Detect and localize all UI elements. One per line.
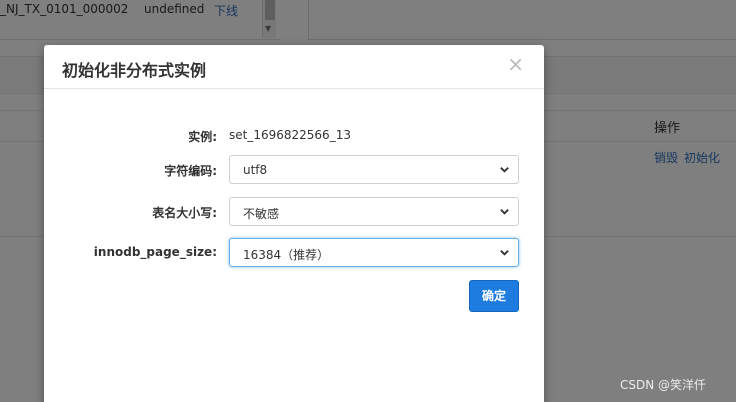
init-instance-dialog: 初始化非分布式实例 × 实例: set_1696822566_13 字符编码: … xyxy=(44,45,544,402)
watermark: CSDN @笑洋仟 xyxy=(620,378,707,392)
chevron-down-icon xyxy=(500,250,509,256)
instance-row: 实例: set_1696822566_13 xyxy=(44,121,544,151)
page-size-selected-value: 16384（推荐） xyxy=(243,248,330,262)
table-case-select[interactable]: 不敏感 xyxy=(229,197,519,226)
dialog-header: 初始化非分布式实例 × xyxy=(44,45,544,89)
chevron-down-icon xyxy=(500,167,509,173)
charset-row: 字符编码: utf8 xyxy=(44,155,544,185)
page-size-label: innodb_page_size: xyxy=(93,245,217,259)
instance-label: 实例: xyxy=(188,130,217,144)
table-case-selected-value: 不敏感 xyxy=(243,207,280,221)
close-icon[interactable]: × xyxy=(507,53,524,75)
page-size-select[interactable]: 16384（推荐） xyxy=(229,238,519,267)
charset-selected-value: utf8 xyxy=(243,163,268,177)
charset-label: 字符编码: xyxy=(164,164,217,178)
dialog-title: 初始化非分布式实例 xyxy=(62,61,207,80)
chevron-down-icon xyxy=(500,209,509,215)
table-case-row: 表名大小写: 不敏感 xyxy=(44,197,544,227)
table-case-label: 表名大小写: xyxy=(152,206,217,220)
charset-select[interactable]: utf8 xyxy=(229,155,519,184)
confirm-button[interactable]: 确定 xyxy=(469,280,519,312)
page-size-row: innodb_page_size: 16384（推荐） xyxy=(44,238,544,268)
instance-value: set_1696822566_13 xyxy=(229,128,351,142)
